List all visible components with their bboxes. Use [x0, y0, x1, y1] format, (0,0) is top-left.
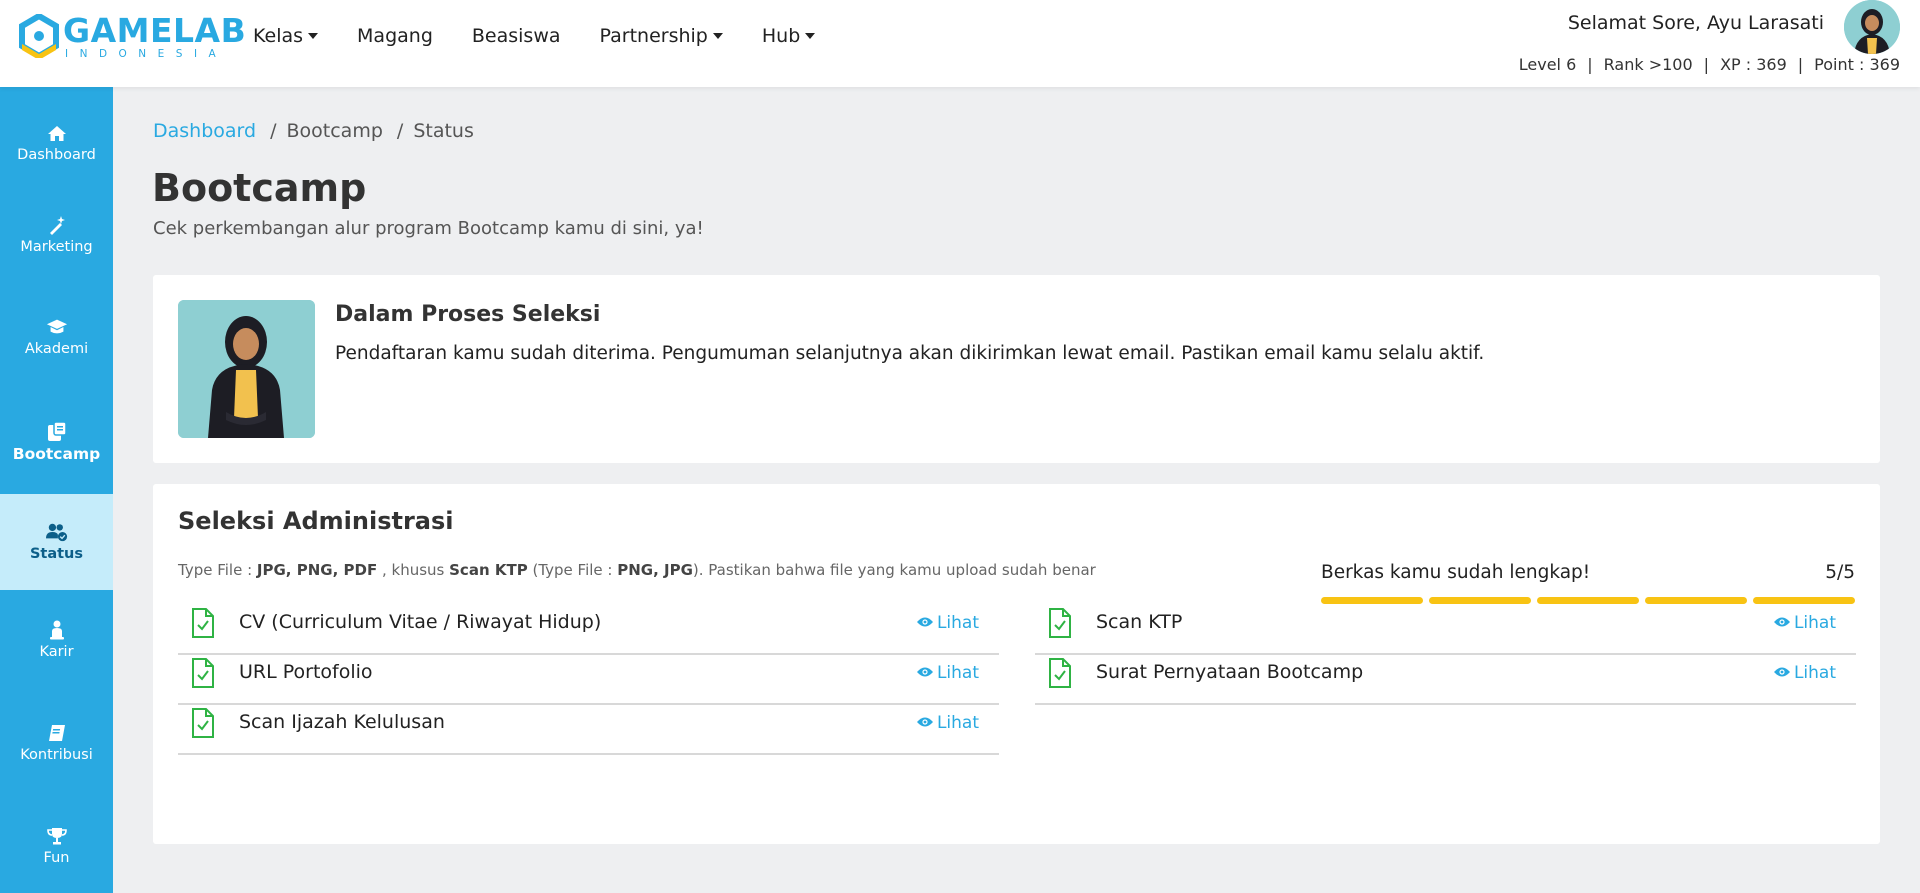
status-title: Dalam Proses Seleksi	[335, 302, 601, 327]
trophy-icon	[46, 826, 68, 846]
status-description: Pendaftaran kamu sudah diterima. Pengumu…	[335, 343, 1485, 364]
file-check-icon	[191, 708, 215, 738]
graduation-cap-icon	[46, 317, 68, 337]
nav-kelas[interactable]: Kelas	[253, 25, 319, 47]
main-nav: Kelas Magang Beasiswa Partnership Hub	[253, 25, 854, 47]
progress-label: Berkas kamu sudah lengkap!	[1321, 562, 1591, 583]
user-greeting: Selamat Sore, Ayu Larasati	[1567, 12, 1824, 34]
sidebar: Dashboard Marketing Akademi Bootcamp Sta…	[0, 87, 113, 893]
file-check-icon	[1048, 608, 1072, 638]
users-check-icon	[45, 522, 68, 542]
file-check-icon	[191, 658, 215, 688]
user-xp: XP : 369	[1720, 55, 1787, 74]
view-document-link[interactable]: Lihat	[1773, 613, 1836, 633]
user-level: Level 6	[1518, 55, 1577, 74]
document-name: Scan Ijazah Kelulusan	[239, 711, 445, 733]
top-navbar: GAMELAB INDONESIA Kelas Magang Beasiswa …	[0, 0, 1920, 87]
gamelab-logo[interactable]: GAMELAB INDONESIA	[19, 11, 247, 60]
document-name: URL Portofolio	[239, 661, 373, 683]
view-document-link[interactable]: Lihat	[1773, 663, 1836, 683]
user-stats: Level 6 | Rank >100 | XP : 369 | Point :…	[1518, 55, 1900, 74]
page-title: Bootcamp	[152, 166, 367, 210]
eye-icon	[916, 613, 934, 633]
section-title: Seleksi Administrasi	[178, 507, 454, 535]
file-check-icon	[191, 608, 215, 638]
file-check-icon	[1048, 658, 1072, 688]
sidebar-item-bootcamp[interactable]: Bootcamp	[0, 396, 113, 488]
sidebar-item-dashboard[interactable]: Dashboard	[0, 97, 113, 189]
nav-beasiswa[interactable]: Beasiswa	[472, 25, 561, 47]
breadcrumb-status: Status	[413, 120, 474, 142]
profile-photo	[178, 300, 315, 438]
sidebar-item-kontribusi[interactable]: Kontribusi	[0, 697, 113, 789]
view-link-label: Lihat	[1793, 663, 1836, 683]
caret-down-icon	[712, 33, 723, 39]
document-name: Surat Pernyataan Bootcamp	[1096, 661, 1364, 683]
sidebar-item-status[interactable]: Status	[0, 494, 113, 590]
sidebar-item-marketing[interactable]: Marketing	[0, 189, 113, 281]
filetype-note: Type File : JPG, PNG, PDF , khusus Scan …	[178, 561, 1096, 579]
book-icon	[46, 723, 68, 743]
nav-hub[interactable]: Hub	[762, 25, 816, 47]
view-link-label: Lihat	[936, 663, 979, 683]
administration-card: Seleksi Administrasi Type File : JPG, PN…	[153, 484, 1880, 844]
document-row: Scan Ijazah Kelulusan Lihat	[178, 694, 999, 755]
person-icon	[46, 620, 68, 640]
progress-count: 5/5	[1825, 562, 1855, 583]
sidebar-item-akademi[interactable]: Akademi	[0, 291, 113, 383]
eye-icon	[916, 663, 934, 683]
logo-wordmark: GAMELAB	[63, 11, 247, 50]
user-avatar[interactable]	[1844, 0, 1900, 54]
eye-icon	[916, 713, 934, 733]
view-link-label: Lihat	[1793, 613, 1836, 633]
magic-wand-icon	[46, 215, 68, 235]
logo-subtitle: INDONESIA	[65, 48, 228, 60]
view-document-link[interactable]: Lihat	[916, 613, 979, 633]
caret-down-icon	[805, 33, 816, 39]
document-name: Scan KTP	[1096, 611, 1183, 633]
view-document-link[interactable]: Lihat	[916, 663, 979, 683]
document-row: Surat Pernyataan Bootcamp Lihat	[1035, 644, 1856, 705]
view-document-link[interactable]: Lihat	[916, 713, 979, 733]
view-link-label: Lihat	[936, 713, 979, 733]
nav-magang[interactable]: Magang	[357, 25, 433, 47]
document-name: CV (Curriculum Vitae / Riwayat Hidup)	[239, 611, 602, 633]
selection-status-card: Dalam Proses Seleksi Pendaftaran kamu su…	[153, 275, 1880, 463]
breadcrumb: Dashboard / Bootcamp / Status	[153, 120, 474, 142]
home-icon	[46, 123, 68, 143]
view-link-label: Lihat	[936, 613, 979, 633]
user-point: Point : 369	[1814, 55, 1900, 74]
caret-down-icon	[308, 33, 319, 39]
user-rank: Rank >100	[1603, 55, 1693, 74]
breadcrumb-dashboard[interactable]: Dashboard	[153, 120, 256, 142]
eye-icon	[1773, 613, 1791, 633]
sidebar-item-karir[interactable]: Karir	[0, 594, 113, 686]
sidebar-item-fun[interactable]: Fun	[0, 800, 113, 892]
breadcrumb-bootcamp[interactable]: Bootcamp	[287, 120, 383, 142]
page-subtitle: Cek perkembangan alur program Bootcamp k…	[153, 218, 704, 239]
briefcase-doc-icon	[46, 421, 68, 441]
gamelab-logo-icon	[19, 12, 59, 60]
eye-icon	[1773, 663, 1791, 683]
nav-partnership[interactable]: Partnership	[600, 25, 723, 47]
